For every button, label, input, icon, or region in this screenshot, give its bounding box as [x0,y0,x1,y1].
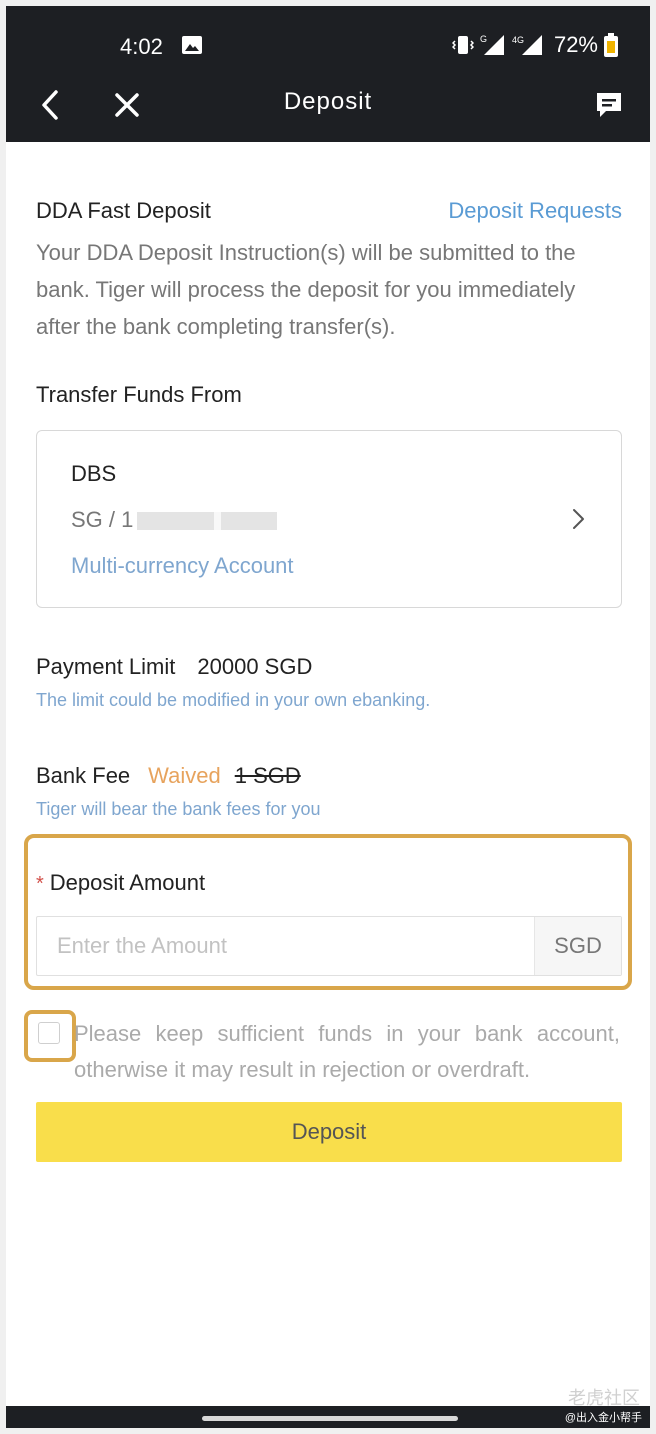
svg-text:G: G [480,34,487,44]
dda-description: Your DDA Deposit Instruction(s) will be … [36,240,576,339]
payment-limit-note: The limit could be modified in your own … [36,690,431,710]
payment-limit-value: 20000 SGD [197,654,313,679]
deposit-button[interactable]: Deposit [36,1102,622,1162]
fee-waived-badge: Waived [148,763,221,788]
status-time: 4:02 [120,34,163,59]
account-prefix: SG / 1 [71,507,134,532]
payment-limit-label: Payment Limit [36,654,176,679]
required-marker: * [36,873,44,895]
chevron-right-icon [573,509,584,529]
section-title: DDA Fast Deposit [36,198,211,223]
signal-4g-icon: 4G [512,35,542,55]
checkbox-highlight-frame [24,1010,76,1062]
deposit-amount-label: * Deposit Amount [36,870,205,896]
battery-level: 72% [553,32,598,57]
bank-name: DBS [71,461,117,486]
bank-fee-label: Bank Fee [36,763,131,788]
app-frame: 4:02 G 4G 72% Deposit DDA Fast Deposit D… [6,6,650,1428]
gesture-handle[interactable] [202,1416,458,1421]
account-number: SG / 1 [71,507,278,533]
transfer-funds-label: Transfer Funds From [36,382,242,407]
original-fee: 1 SGD [234,763,301,788]
payment-limit-row: Payment Limit 20000 SGD [36,654,312,680]
signal-icon: G [480,34,504,55]
dda-header: DDA Fast Deposit Deposit Requests [36,198,622,228]
svg-text:4G: 4G [512,35,524,45]
deposit-amount-text: Deposit Amount [49,870,206,895]
navigation-bar: @出入金小帮手 [6,1406,650,1428]
agreement-text: Please keep sufficient funds in your ban… [74,1021,620,1082]
currency-suffix: SGD [534,917,621,975]
image-notification-icon [182,36,202,54]
message-icon[interactable] [594,90,624,120]
amount-input[interactable] [37,917,533,975]
bank-fee-note: Tiger will bear the bank fees for you [36,799,321,819]
page-title: Deposit [283,88,373,115]
masked-account-digits [137,512,278,531]
bank-account-card[interactable]: DBS SG / 1 Multi-currency Account [36,430,622,608]
battery-icon [604,33,618,57]
deposit-requests-link[interactable]: Deposit Requests [448,198,622,224]
amount-input-group: SGD [36,916,622,976]
bank-fee-row: Bank Fee Waived 1 SGD [36,763,301,789]
vibrate-icon [451,36,474,54]
credit-text: @出入金小帮手 [564,1412,642,1424]
status-icons: G 4G 72% [451,32,618,58]
top-bar: 4:02 G 4G 72% Deposit [6,6,650,142]
account-type: Multi-currency Account [71,553,294,578]
